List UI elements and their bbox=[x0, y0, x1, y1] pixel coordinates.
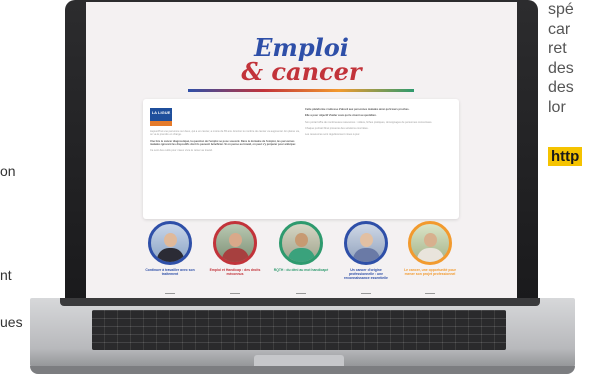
portrait-caption-1[interactable]: Continuer à travailler avec son traiteme… bbox=[142, 268, 198, 276]
intro-paragraph: Elle a pour objectif d'aider ceux qui le… bbox=[305, 114, 453, 117]
logo-text: LA LIGUE bbox=[151, 110, 171, 115]
bg-right-line: spé bbox=[548, 1, 574, 18]
bg-right-line: des bbox=[548, 79, 574, 96]
portrait-4[interactable] bbox=[344, 221, 388, 265]
portrait-face bbox=[360, 233, 373, 247]
bg-fragment-2: nt bbox=[0, 267, 12, 283]
intro-paragraph: Ce sont des outils pour mieux vivre le r… bbox=[150, 149, 213, 153]
intro-paragraph-bold: Cette plateforme s'adresse d'abord aux p… bbox=[305, 108, 410, 111]
intro-paragraph: Une fois le cancer diagnostiqué, la ques… bbox=[150, 140, 300, 147]
portrait-1[interactable] bbox=[148, 221, 192, 265]
portrait-face bbox=[229, 233, 242, 247]
intro-paragraph-bold: Une fois le cancer diagnostiqué, la ques… bbox=[150, 139, 296, 146]
ligue-logo: LA LIGUE bbox=[150, 108, 172, 126]
portrait-caption-4[interactable]: Un cancer d'origine professionnelle : un… bbox=[338, 268, 394, 280]
intro-paragraph: Les ressources sont régulièrement mises … bbox=[305, 133, 361, 137]
portrait-face bbox=[164, 233, 177, 247]
intro-paragraph: Aujourd'hui une personne sur deux, qui a… bbox=[150, 130, 300, 137]
caption-divider bbox=[425, 293, 435, 294]
portrait-shirt bbox=[222, 248, 249, 262]
portrait-caption-5[interactable]: Le cancer, une opportunité pour mener so… bbox=[402, 268, 458, 276]
title-divider bbox=[188, 89, 414, 92]
intro-paragraph: Son portail offre de nombreuses ressourc… bbox=[305, 120, 433, 124]
caption-divider bbox=[296, 293, 306, 294]
portrait-face bbox=[424, 233, 437, 247]
intro-right-column: Cette plateforme s'adresse d'abord aux p… bbox=[305, 108, 453, 139]
bg-right-line: car bbox=[548, 20, 571, 38]
intro-paragraph: Cette plateforme s'adresse d'abord aux p… bbox=[305, 108, 453, 111]
caption-divider bbox=[230, 293, 240, 294]
portrait-shirt bbox=[353, 248, 380, 262]
laptop-screen: Emploi & cancer LA LIGUE Aujourd'hui une… bbox=[86, 2, 517, 300]
portrait-shirt bbox=[417, 248, 444, 262]
bg-right-column: spé car ret des des lor bbox=[548, 0, 574, 117]
bg-fragment-1: on bbox=[0, 163, 16, 179]
intro-paragraph-bold: Elle a pour objectif d'aider ceux qui le… bbox=[305, 114, 377, 118]
caption-divider bbox=[361, 293, 371, 294]
bg-right-line: des bbox=[548, 59, 574, 77]
intro-paragraph: Chaque portrait filmé présente des solut… bbox=[305, 126, 369, 130]
portrait-3[interactable] bbox=[279, 221, 323, 265]
logo-bar bbox=[150, 121, 172, 126]
portrait-face bbox=[295, 233, 308, 247]
keyboard-rows bbox=[92, 310, 506, 350]
portrait-caption-3[interactable]: RQTH : du déni au mot handicapé bbox=[273, 268, 329, 272]
bg-right-line: lor bbox=[548, 98, 566, 116]
portrait-shirt bbox=[157, 248, 184, 262]
intro-left-column: Aujourd'hui une personne sur deux, qui a… bbox=[150, 130, 300, 155]
laptop-hinge bbox=[60, 298, 540, 306]
portrait-5[interactable] bbox=[408, 221, 452, 265]
bg-right-line: ret bbox=[548, 40, 567, 57]
portrait-2[interactable] bbox=[213, 221, 257, 265]
bg-link: http bbox=[548, 147, 583, 166]
caption-divider bbox=[165, 293, 175, 294]
laptop-base-edge bbox=[30, 366, 575, 374]
bg-fragment-3: ues bbox=[0, 314, 23, 330]
site-title-line2: & cancer bbox=[241, 57, 362, 86]
portrait-caption-2[interactable]: Emploi et Handicap : des droits méconnus bbox=[207, 268, 263, 276]
portrait-shirt bbox=[288, 248, 315, 262]
intro-card: LA LIGUE Aujourd'hui une personne sur de… bbox=[143, 99, 459, 219]
